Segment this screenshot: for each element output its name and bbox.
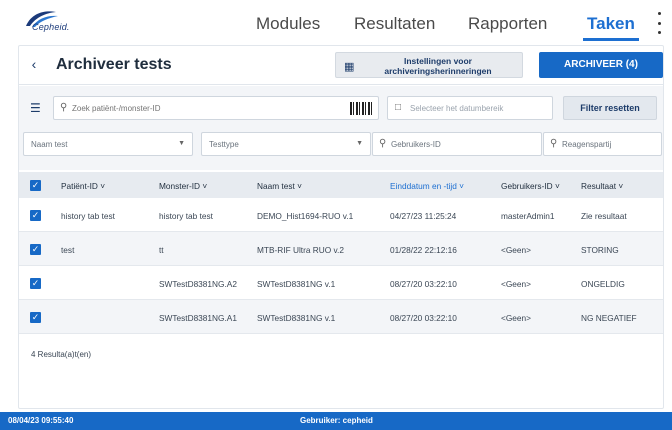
more-menu-icon[interactable] <box>655 12 663 34</box>
archive-panel: ‹ Archiveer tests ▦ Instellingen voor ar… <box>18 45 664 409</box>
date-range-placeholder: Selecteer het datumbereik <box>410 104 504 113</box>
cell-test-name: DEMO_Hist1694-RUO v.1 <box>257 211 354 221</box>
cell-result: STORING <box>581 245 619 255</box>
user-id-search[interactable]: ⚲ Gebruikers-ID <box>372 132 542 156</box>
back-arrow-icon[interactable]: ‹ <box>26 56 42 72</box>
col-result[interactable]: Resultaat ˅ <box>581 181 623 191</box>
select-all-checkbox[interactable]: ✓ <box>30 180 41 191</box>
table-row[interactable]: ✓ SWTestD8381NG.A1 SWTestD8381NG v.1 08/… <box>19 300 663 334</box>
calendar-icon: □ <box>395 102 402 113</box>
filter-bar: ☰ ⚲ □ Selecteer het datumbereik Filter r… <box>19 86 663 170</box>
cell-user-id: <Geen> <box>501 279 531 289</box>
row-checkbox[interactable]: ✓ <box>30 312 41 323</box>
cell-sample-id: SWTestD8381NG.A2 <box>159 279 237 289</box>
divider <box>19 84 663 85</box>
cell-end-datetime: 04/27/23 11:25:24 <box>390 211 457 221</box>
row-checkbox[interactable]: ✓ <box>30 244 41 255</box>
reagent-lot-search[interactable]: ⚲ Reagenspartij <box>543 132 662 156</box>
table-row[interactable]: ✓ history tab test history tab test DEMO… <box>19 198 663 232</box>
cell-user-id: <Geen> <box>501 245 531 255</box>
archive-reminder-settings-button[interactable]: ▦ Instellingen voor archiveringsherinner… <box>335 52 523 78</box>
cell-sample-id: SWTestD8381NG.A1 <box>159 313 237 323</box>
cell-end-datetime: 01/28/22 22:12:16 <box>390 245 457 255</box>
status-user: Gebruiker: cepheid <box>300 416 373 425</box>
col-user-id[interactable]: Gebruikers-ID ˅ <box>501 181 560 191</box>
cell-result: ONGELDIG <box>581 279 625 289</box>
filter-reset-button[interactable]: Filter resetten <box>563 96 657 120</box>
cell-test-name: SWTestD8381NG v.1 <box>257 279 336 289</box>
nav-modules[interactable]: Modules <box>256 14 320 38</box>
search-input[interactable] <box>72 100 342 116</box>
page-title: Archiveer tests <box>56 56 172 73</box>
search-icon: ⚲ <box>550 138 558 149</box>
table-row[interactable]: ✓ test tt MTB-RIF Ultra RUO v.2 01/28/22… <box>19 232 663 266</box>
status-datetime: 08/04/23 09:55:40 <box>8 416 74 425</box>
col-patient-id[interactable]: Patiënt-ID ˅ <box>61 181 105 191</box>
cell-result: NG NEGATIEF <box>581 313 637 323</box>
cell-sample-id: tt <box>159 245 164 255</box>
cell-end-datetime: 08/27/20 03:22:10 <box>390 279 457 289</box>
result-count: 4 Resulta(a)t(en) <box>31 350 92 359</box>
cell-result[interactable]: Zie resultaat <box>581 211 627 221</box>
cell-sample-id: history tab test <box>159 211 213 221</box>
search-icon: ⚲ <box>379 138 387 149</box>
row-checkbox[interactable]: ✓ <box>30 278 41 289</box>
test-name-select-label: Naam test <box>31 140 68 149</box>
cell-user-id: <Geen> <box>501 313 531 323</box>
chevron-down-icon: ▼ <box>178 140 185 147</box>
nav-rapporten[interactable]: Rapporten <box>468 14 547 38</box>
archive-button[interactable]: ARCHIVEER (4) <box>539 52 663 78</box>
settings-button-label: Instellingen voor archiveringsherinnerin… <box>384 56 492 76</box>
table-header: ✓ Patiënt-ID ˅ Monster-ID ˅ Naam test ˅ … <box>19 172 663 198</box>
cepheid-logo: Cepheid. <box>22 8 102 38</box>
col-sample-id[interactable]: Monster-ID ˅ <box>159 181 207 191</box>
top-bar: Cepheid. Modules Resultaten Rapporten Ta… <box>0 0 672 44</box>
col-test-name[interactable]: Naam test ˅ <box>257 181 302 191</box>
cell-patient-id: test <box>61 245 75 255</box>
nav-taken[interactable]: Taken <box>583 14 639 41</box>
nav-resultaten[interactable]: Resultaten <box>354 14 435 38</box>
status-bar: 08/04/23 09:55:40 Gebruiker: cepheid <box>0 412 672 430</box>
calendar-settings-icon: ▦ <box>344 61 355 73</box>
test-name-select[interactable]: Naam test ▼ <box>23 132 193 156</box>
barcode-icon[interactable] <box>350 102 372 115</box>
test-type-select[interactable]: Testtype ▼ <box>201 132 371 156</box>
date-range-field[interactable]: □ Selecteer het datumbereik <box>387 96 553 120</box>
table-row[interactable]: ✓ SWTestD8381NG.A2 SWTestD8381NG v.1 08/… <box>19 266 663 300</box>
cell-user-id: masterAdmin1 <box>501 211 555 221</box>
panel-header: ‹ Archiveer tests ▦ Instellingen voor ar… <box>19 46 663 84</box>
chevron-down-icon: ▼ <box>356 140 363 147</box>
search-icon: ⚲ <box>60 102 68 113</box>
user-id-placeholder: Gebruikers-ID <box>391 140 441 149</box>
search-field[interactable]: ⚲ <box>53 96 379 120</box>
cell-patient-id: history tab test <box>61 211 115 221</box>
reagent-lot-placeholder: Reagenspartij <box>562 140 612 149</box>
col-end-datetime[interactable]: Einddatum en -tijd ˅ <box>390 181 464 191</box>
filter-sliders-icon[interactable]: ☰ <box>30 101 41 115</box>
logo-text: Cepheid. <box>32 22 70 32</box>
cell-test-name: SWTestD8381NG v.1 <box>257 313 336 323</box>
cell-test-name: MTB-RIF Ultra RUO v.2 <box>257 245 344 255</box>
cell-end-datetime: 08/27/20 03:22:10 <box>390 313 457 323</box>
test-type-select-label: Testtype <box>209 140 239 149</box>
row-checkbox[interactable]: ✓ <box>30 210 41 221</box>
